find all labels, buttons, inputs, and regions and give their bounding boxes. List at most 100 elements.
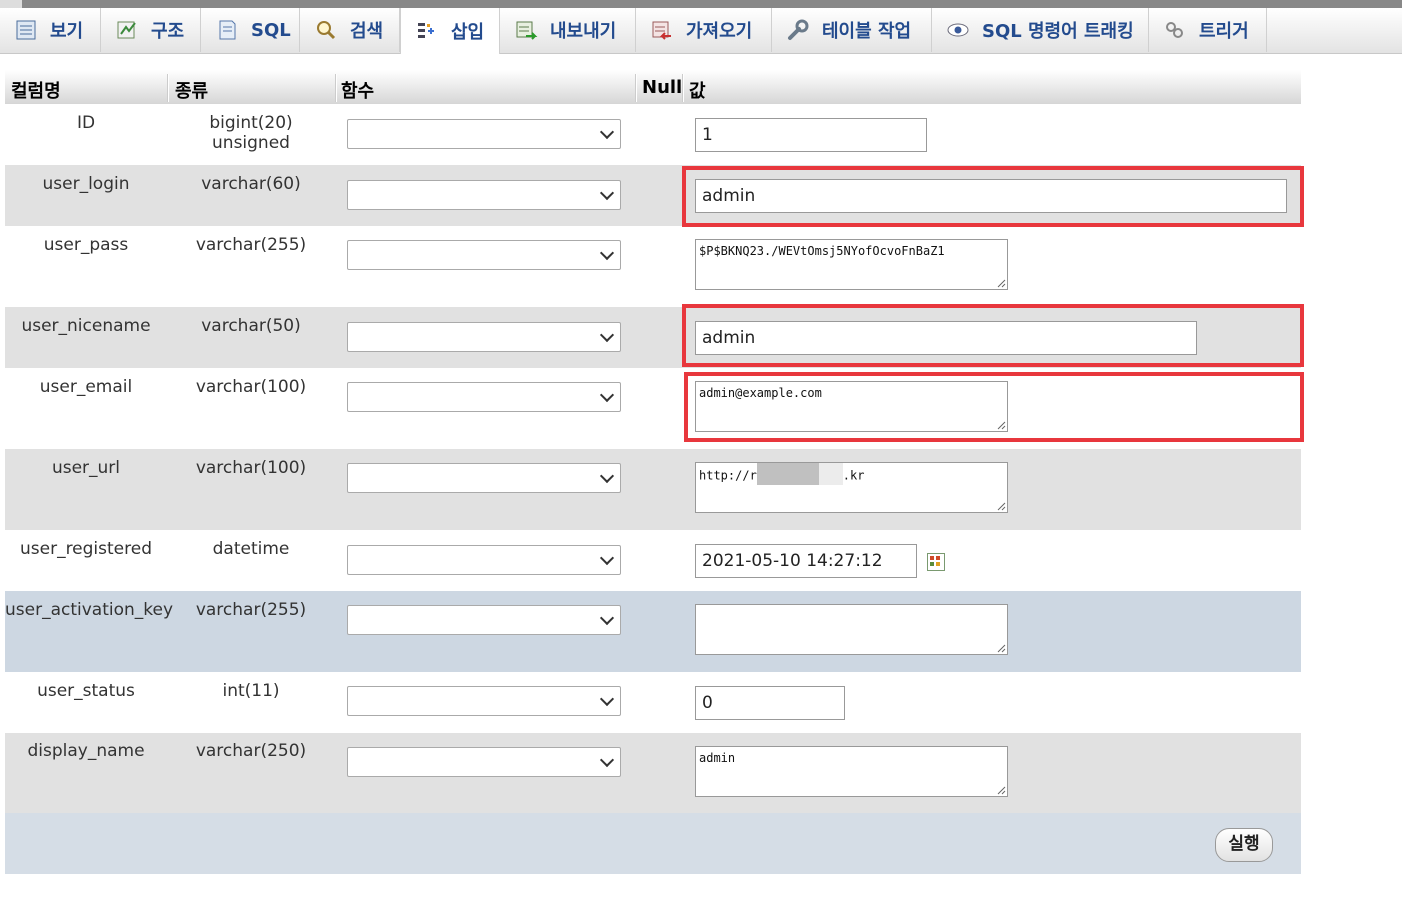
chevron-down-icon (599, 185, 615, 201)
tab-structure[interactable]: 구조 (101, 8, 201, 52)
highlight-box-user-nicename (682, 304, 1304, 367)
function-select[interactable] (347, 240, 621, 270)
header-function: 함수 (341, 81, 375, 102)
header-value: 값 (689, 81, 706, 102)
window-top-strip (0, 0, 1402, 8)
table-row: user_pass varchar(255) $P$BKNQ23./WEVtOm… (5, 226, 1301, 307)
tab-tracking[interactable]: SQL 명령어 트래킹 (932, 8, 1149, 52)
tab-search[interactable]: 검색 (300, 8, 400, 52)
eye-icon (946, 19, 970, 41)
tab-label: 구조 (151, 21, 185, 42)
function-select[interactable] (347, 545, 621, 575)
column-name: user_email (39, 377, 133, 397)
tab-label: SQL (251, 19, 291, 41)
value-textarea[interactable] (695, 604, 1008, 655)
redacted-block (818, 463, 843, 485)
browse-icon (14, 19, 38, 41)
column-type: datetime (212, 539, 290, 559)
insert-icon (415, 20, 439, 42)
tab-insert[interactable]: 삽입 (400, 8, 500, 54)
table-row: user_registered datetime 2021-05-10 14:2… (5, 530, 1301, 591)
tab-triggers[interactable]: 트리거 (1149, 8, 1267, 52)
tab-label: 삽입 (451, 22, 485, 43)
tab-label: 보기 (50, 21, 84, 42)
header-type: 종류 (175, 81, 209, 102)
column-name: user_status (37, 681, 135, 701)
tab-operations[interactable]: 테이블 작업 (772, 8, 932, 52)
tab-label: 가져오기 (686, 21, 753, 42)
tab-label: SQL 명령어 트래킹 (982, 21, 1134, 42)
import-icon (650, 19, 674, 41)
column-type: varchar(60) (201, 174, 301, 194)
window-top-strip-light (0, 0, 22, 8)
chevron-down-icon (599, 124, 615, 140)
function-select[interactable] (347, 119, 621, 149)
chevron-down-icon (599, 245, 615, 261)
textarea-text: admin (699, 751, 736, 765)
chevron-down-icon (599, 468, 615, 484)
tab-sql[interactable]: SQL (201, 8, 300, 52)
column-name: ID (76, 113, 96, 133)
table-row: ID bigint(20) unsigned 1 (5, 104, 1301, 165)
search-icon (314, 19, 338, 41)
column-name: user_registered (19, 539, 152, 559)
tab-import[interactable]: 가져오기 (636, 8, 772, 52)
table-row: display_name varchar(250) admin (5, 733, 1301, 813)
column-type: varchar(100) (195, 377, 307, 397)
value-textarea[interactable]: admin (695, 746, 1008, 797)
function-select[interactable] (347, 747, 621, 777)
table-header: 컬럼명 종류 함수 Null 값 (5, 70, 1301, 105)
column-name: user_pass (43, 235, 129, 255)
chevron-down-icon (599, 327, 615, 343)
tab-browse[interactable]: 보기 (0, 8, 101, 52)
value-input[interactable]: 0 (695, 686, 845, 720)
chevron-down-icon (599, 610, 615, 626)
calendar-icon[interactable] (927, 553, 945, 571)
table-row: user_status int(11) 0 (5, 672, 1301, 733)
header-null: Null (642, 77, 683, 98)
function-select[interactable] (347, 180, 621, 210)
column-type: varchar(100) (195, 458, 307, 478)
trigger-icon (1163, 19, 1187, 41)
column-type: bigint(20) unsigned (209, 113, 293, 153)
value-input[interactable]: 1 (695, 118, 927, 152)
function-select[interactable] (347, 686, 621, 716)
value-input[interactable]: 2021-05-10 14:27:12 (695, 544, 917, 578)
function-select[interactable] (347, 605, 621, 635)
sql-icon (215, 19, 239, 41)
tab-label: 검색 (350, 21, 384, 42)
column-type: varchar(250) (195, 741, 307, 761)
resize-grip-icon[interactable] (997, 644, 1006, 653)
value-textarea[interactable]: $P$BKNQ23./WEVtOmsj5NYofOcvoFnBaZ1 (695, 239, 1008, 290)
table-row: user_url varchar(100) http://r .kr (5, 449, 1301, 530)
column-type: varchar(50) (201, 316, 301, 336)
chevron-down-icon (599, 550, 615, 566)
tab-export[interactable]: 내보내기 (500, 8, 636, 52)
resize-grip-icon[interactable] (997, 279, 1006, 288)
chevron-down-icon (599, 752, 615, 768)
column-name: user_url (51, 458, 121, 478)
chevron-down-icon (599, 691, 615, 707)
column-name: display_name (27, 741, 145, 761)
function-select[interactable] (347, 322, 621, 352)
textarea-text: $P$BKNQ23./WEVtOmsj5NYofOcvoFnBaZ1 (699, 244, 945, 258)
header-column-name: 컬럼명 (11, 81, 61, 102)
export-icon (514, 19, 538, 41)
url-suffix: .kr (842, 468, 865, 483)
chevron-down-icon (599, 387, 615, 403)
execute-button[interactable]: 실행 (1215, 828, 1273, 862)
column-name: user_activation_key (5, 600, 174, 620)
tab-bar: 보기 구조 SQL 검색 삽입 내보내기 가져오기 테이블 작업 SQL 명령어… (0, 8, 1402, 54)
highlight-box-user-login (682, 166, 1304, 227)
value-textarea[interactable]: http://r .kr (695, 462, 1008, 513)
tab-label: 트리거 (1199, 21, 1249, 42)
resize-grip-icon[interactable] (997, 786, 1006, 795)
column-type: varchar(255) (195, 235, 307, 255)
function-select[interactable] (347, 463, 621, 493)
structure-icon (115, 19, 139, 41)
resize-grip-icon[interactable] (997, 502, 1006, 511)
function-select[interactable] (347, 382, 621, 412)
tab-label: 내보내기 (550, 21, 617, 42)
highlight-box-user-email (684, 372, 1304, 442)
tab-label: 테이블 작업 (822, 21, 912, 42)
